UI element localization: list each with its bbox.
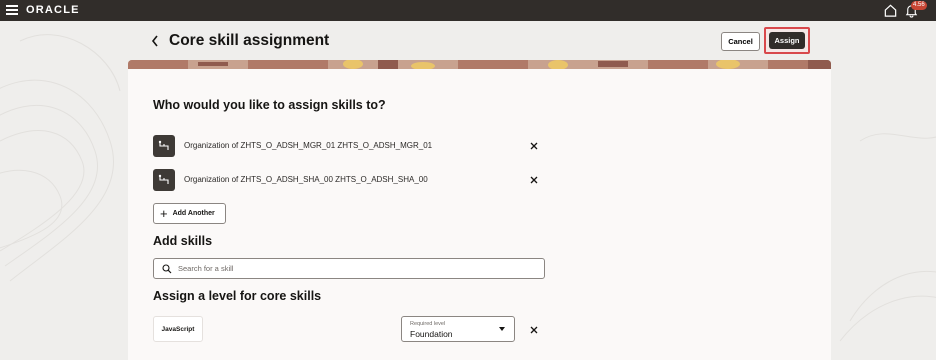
- org-chart-icon: [153, 135, 175, 157]
- assignee-row: Organization of ZHTS_O_ADSH_SHA_00 ZHTS_…: [153, 169, 543, 191]
- home-icon[interactable]: [883, 3, 898, 18]
- close-icon[interactable]: [529, 325, 539, 335]
- oracle-logo: ORACLE: [26, 4, 80, 16]
- required-level-caption: Required level: [410, 321, 446, 327]
- hamburger-icon[interactable]: [6, 5, 18, 15]
- chevron-left-icon[interactable]: [151, 35, 159, 47]
- add-skills-heading: Add skills: [153, 234, 213, 248]
- cancel-button[interactable]: Cancel: [721, 32, 760, 51]
- assign-to-heading: Who would you like to assign skills to?: [153, 98, 386, 112]
- assignee-row: Organization of ZHTS_O_ADSH_MGR_01 ZHTS_…: [153, 135, 543, 157]
- assign-button-highlight: Assign: [764, 27, 810, 54]
- close-icon[interactable]: [529, 141, 539, 151]
- decorative-banner: [128, 60, 831, 69]
- close-icon[interactable]: [529, 175, 539, 185]
- skill-search-field: [153, 258, 545, 279]
- plus-icon: +: [160, 206, 168, 221]
- add-another-button[interactable]: + Add Another: [153, 203, 226, 224]
- skill-search-input[interactable]: [178, 261, 538, 276]
- page-title: Core skill assignment: [169, 32, 330, 49]
- notification-badge: 4.56: [911, 1, 927, 10]
- skill-chip: JavaScript: [153, 316, 203, 342]
- top-bar: ORACLE 4.56: [0, 0, 936, 21]
- chevron-down-icon: [499, 327, 505, 331]
- assignee-label: Organization of ZHTS_O_ADSH_SHA_00 ZHTS_…: [184, 175, 428, 184]
- required-level-value: Foundation: [410, 329, 453, 339]
- levels-heading: Assign a level for core skills: [153, 289, 322, 303]
- org-chart-icon: [153, 169, 175, 191]
- search-icon: [162, 264, 172, 274]
- assign-button[interactable]: Assign: [769, 32, 805, 49]
- assignee-label: Organization of ZHTS_O_ADSH_MGR_01 ZHTS_…: [184, 141, 433, 150]
- required-level-select[interactable]: Required level Foundation: [401, 316, 515, 342]
- add-another-label: Add Another: [172, 210, 215, 217]
